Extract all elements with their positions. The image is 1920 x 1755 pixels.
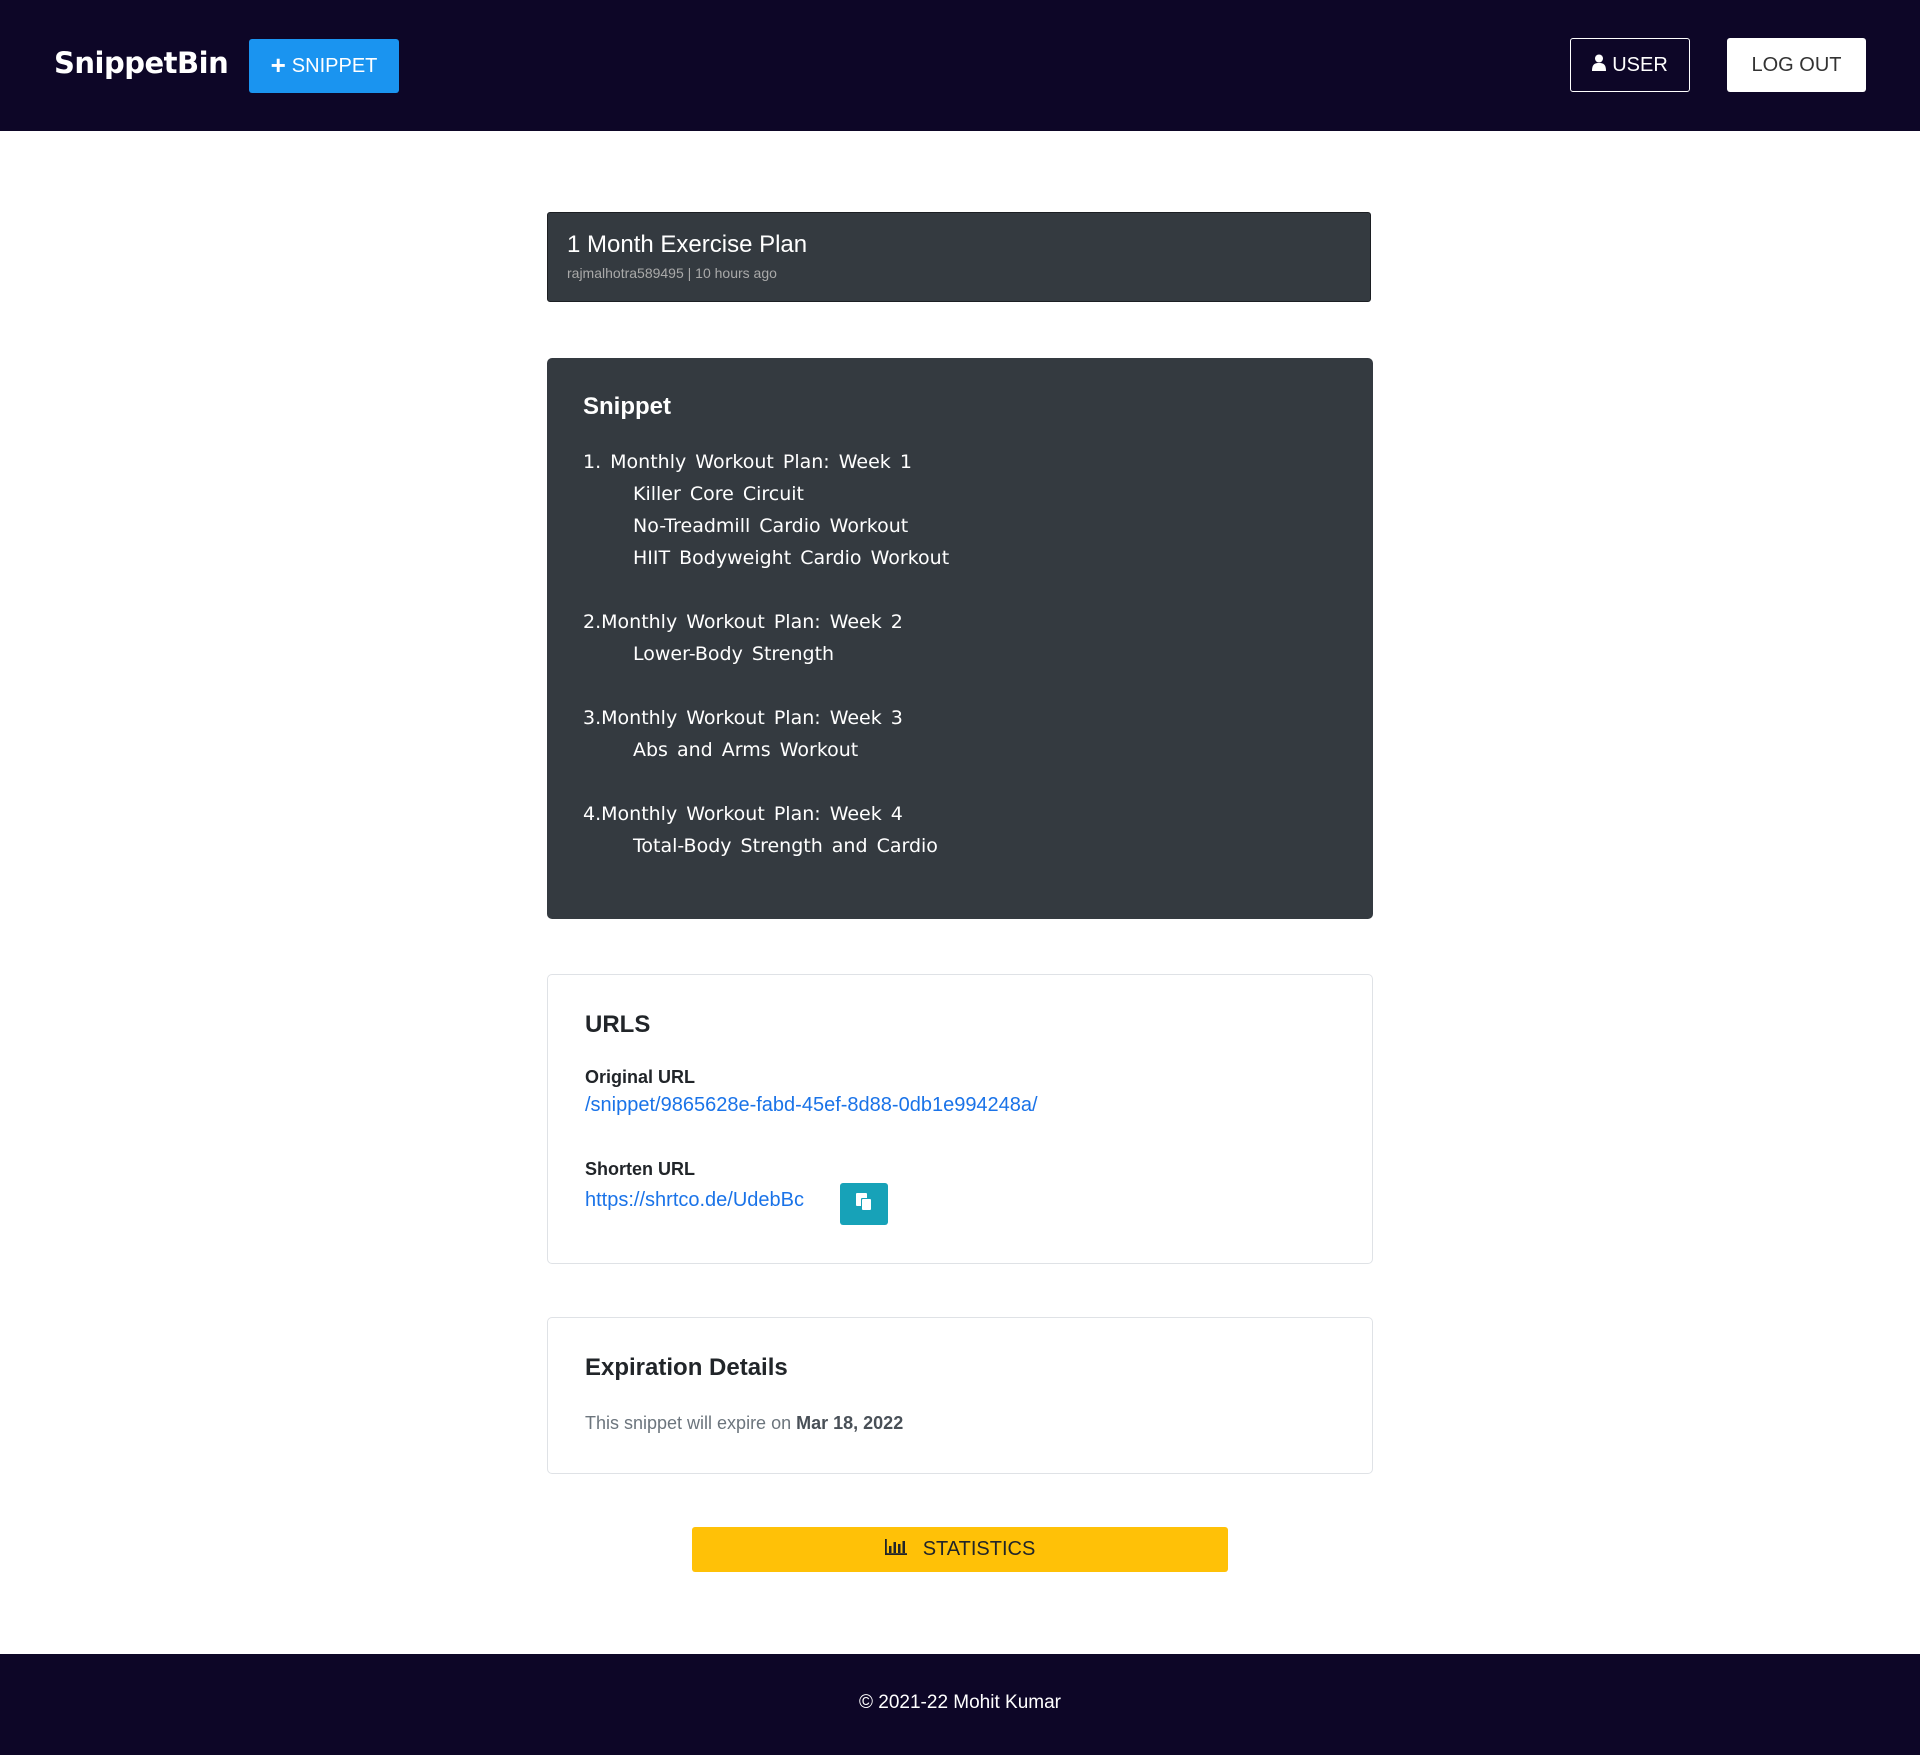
urls-card: URLS Original URL /snippet/9865628e-fabd… bbox=[547, 974, 1373, 1264]
brand-logo[interactable]: SnippetBin bbox=[54, 46, 229, 80]
expiration-text: This snippet will expire on Mar 18, 2022 bbox=[585, 1413, 903, 1434]
snippet-line: 2.Monthly Workout Plan: Week 2 bbox=[583, 611, 903, 633]
snippet-line bbox=[583, 766, 949, 798]
new-snippet-button[interactable]: + SNIPPET bbox=[249, 39, 399, 93]
shorten-url-link[interactable]: https://shrtco.de/UdebBc bbox=[585, 1189, 804, 1212]
original-url-label: Original URL bbox=[585, 1067, 696, 1087]
snippet-meta: rajmalhotra589495 | 10 hours ago bbox=[567, 265, 777, 281]
snippet-heading: Snippet bbox=[583, 393, 671, 420]
statistics-label: STATISTICS bbox=[922, 1538, 1036, 1560]
expiration-heading: Expiration Details bbox=[585, 1354, 788, 1381]
meta-separator: | bbox=[687, 265, 692, 281]
snippet-line bbox=[583, 574, 949, 606]
snippet-line: Killer Core Circuit bbox=[633, 483, 805, 505]
snippet-author: rajmalhotra589495 bbox=[567, 265, 684, 281]
snippet-line: No-Treadmill Cardio Workout bbox=[633, 515, 909, 537]
navbar: SnippetBin + SNIPPET USER LOG OUT bbox=[0, 0, 1920, 131]
bar-chart-icon bbox=[884, 1538, 907, 1561]
snippet-title-card: 1 Month Exercise Plan rajmalhotra589495 … bbox=[547, 212, 1371, 302]
plus-icon: + bbox=[270, 49, 286, 80]
snippet-line: 4.Monthly Workout Plan: Week 4 bbox=[583, 803, 903, 825]
snippet-body: 1. Monthly Workout Plan: Week 1 Killer C… bbox=[583, 446, 949, 862]
expiration-card: Expiration Details This snippet will exp… bbox=[547, 1317, 1373, 1474]
new-snippet-label: SNIPPET bbox=[291, 54, 378, 77]
snippet-title: 1 Month Exercise Plan bbox=[567, 231, 808, 258]
original-url-link[interactable]: /snippet/9865628e-fabd-45ef-8d88-0db1e99… bbox=[585, 1094, 1038, 1117]
footer-copyright: © 2021-22 Mohit Kumar bbox=[859, 1692, 1061, 1713]
snippet-line: 1. Monthly Workout Plan: Week 1 bbox=[583, 451, 912, 473]
snippet-time: 10 hours ago bbox=[695, 265, 777, 281]
copy-url-button[interactable] bbox=[840, 1183, 888, 1225]
urls-heading: URLS bbox=[585, 1011, 651, 1038]
copy-icon bbox=[855, 1192, 873, 1217]
snippet-content-card: Snippet 1. Monthly Workout Plan: Week 1 … bbox=[547, 358, 1373, 919]
snippet-line: 3.Monthly Workout Plan: Week 3 bbox=[583, 707, 903, 729]
snippet-line: Lower-Body Strength bbox=[633, 643, 835, 665]
statistics-button[interactable]: STATISTICS bbox=[692, 1527, 1228, 1572]
footer: © 2021-22 Mohit Kumar bbox=[0, 1654, 1920, 1755]
expiration-label: This snippet will expire on bbox=[585, 1413, 792, 1433]
user-icon bbox=[1592, 54, 1607, 77]
snippet-line: HIIT Bodyweight Cardio Workout bbox=[633, 547, 950, 569]
user-label: USER bbox=[1612, 53, 1668, 76]
user-button[interactable]: USER bbox=[1570, 38, 1690, 92]
expiration-date: Mar 18, 2022 bbox=[796, 1413, 904, 1433]
snippet-line: Abs and Arms Workout bbox=[633, 739, 859, 761]
shorten-url-label: Shorten URL bbox=[585, 1159, 695, 1179]
snippet-line bbox=[583, 670, 949, 702]
snippet-line: Total-Body Strength and Cardio bbox=[633, 835, 938, 857]
logout-button[interactable]: LOG OUT bbox=[1727, 38, 1866, 92]
